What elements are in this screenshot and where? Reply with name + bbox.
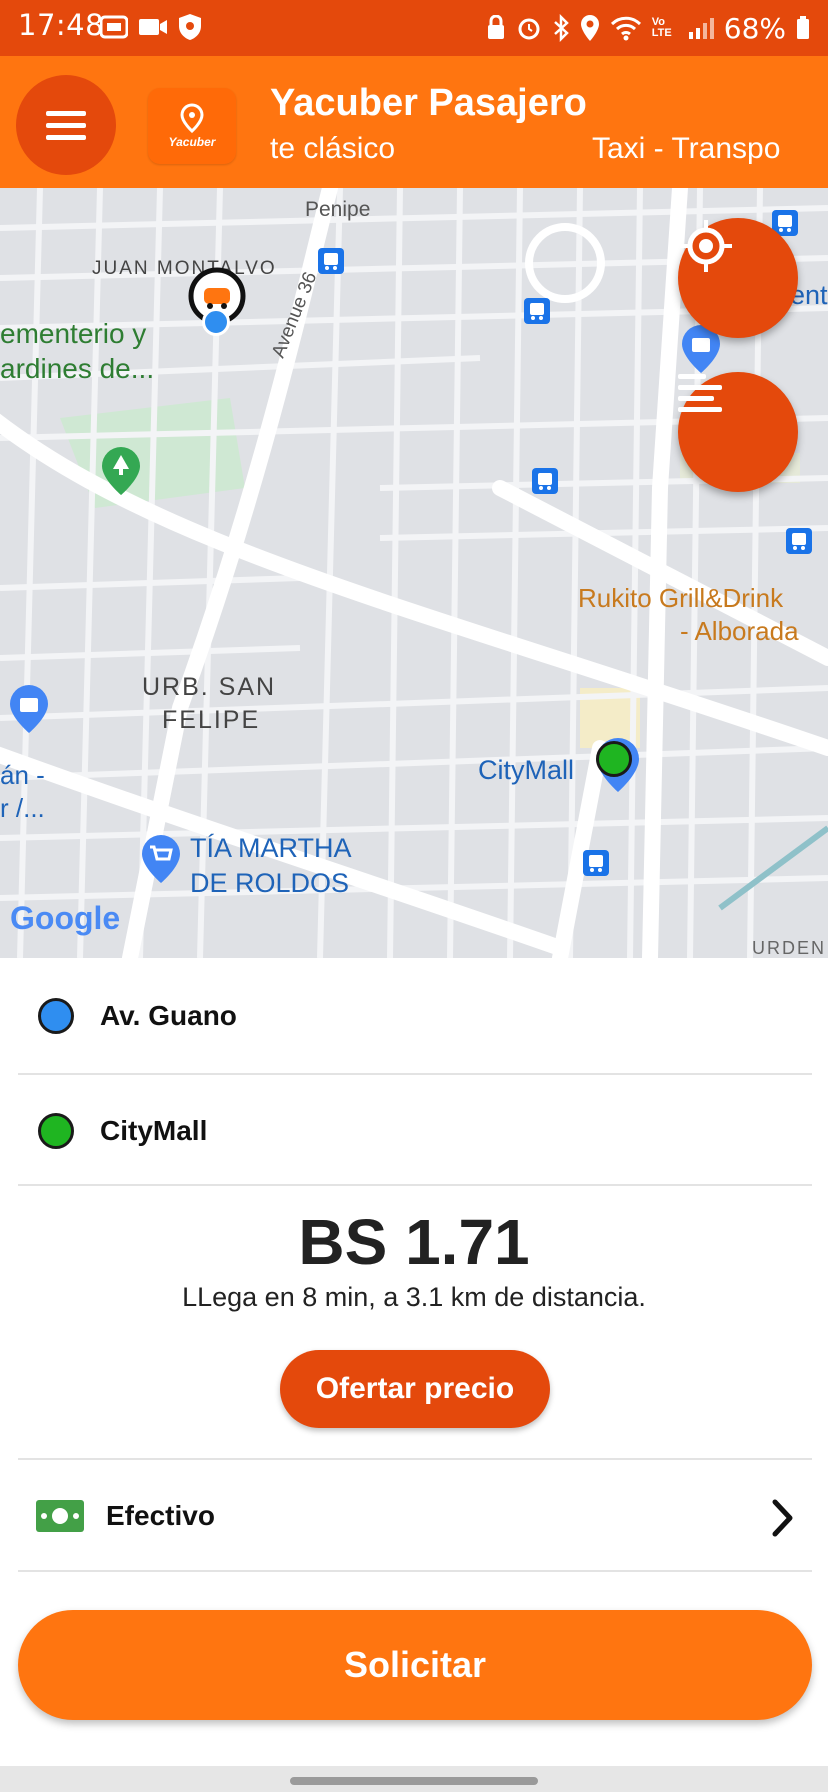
map-label-rukito-line2: - Alborada (680, 616, 799, 646)
google-logo: Google (10, 900, 121, 936)
app-bar: Yacuber Yacuber Pasajero te clásico Taxi… (0, 56, 828, 188)
payment-method-row[interactable]: Efectivo (0, 1460, 828, 1570)
options-list-button[interactable] (678, 372, 798, 492)
origin-row[interactable]: Av. Guano (0, 958, 828, 1074)
offer-price-button[interactable]: Ofertar precio (280, 1350, 550, 1428)
signal-icon (688, 18, 714, 39)
request-ride-button[interactable]: Solicitar (18, 1610, 812, 1720)
marquee-text-right: Taxi - Transpo (592, 132, 781, 165)
destination-address: CityMall (100, 1115, 208, 1146)
shopping-pin-icon[interactable] (8, 683, 50, 735)
map-view[interactable]: Penipe JUAN MONTALVO ementerio y ardines… (0, 188, 828, 958)
video-call-icon (139, 19, 167, 35)
eta-text: LLega en 8 min, a 3.1 km de distancia. (182, 1282, 646, 1312)
wifi-icon (610, 16, 641, 41)
bus-stop-icon[interactable] (532, 468, 558, 494)
map-label-cementerio-line1: ementerio y (0, 318, 147, 349)
alarm-icon (518, 18, 540, 40)
hamburger-menu-icon (46, 111, 86, 140)
map-label-rukito-line1: Rukito Grill&Drink (578, 583, 784, 613)
status-bar: 17:48 Vo LTE 68% (0, 0, 828, 56)
bus-stop-icon[interactable] (583, 850, 609, 876)
chevron-right-icon (772, 1499, 793, 1537)
shield-icon (179, 14, 201, 40)
fare-price: BS 1.71 (298, 1206, 530, 1278)
network-type-label: Vo LTE (651, 16, 672, 39)
destination-dot-icon (38, 1113, 74, 1149)
location-icon (580, 15, 599, 41)
origin-dot-icon (38, 998, 74, 1034)
home-gesture-handle[interactable] (290, 1777, 538, 1785)
map-label-urb-line1: URB. SAN (142, 673, 277, 701)
status-left-icons (100, 12, 202, 42)
logo-wordmark: Yacuber (168, 135, 216, 149)
menu-button[interactable] (16, 75, 116, 175)
battery-percent: 68% (723, 11, 786, 45)
map-label-urden: URDEN (752, 938, 827, 958)
logo-pin-icon (180, 103, 204, 133)
cash-icon (36, 1500, 84, 1532)
map-label-tia-line1: TÍA MARTHA (190, 833, 352, 863)
marquee-text-left: te clásico (270, 132, 396, 165)
destination-map-marker[interactable] (596, 741, 632, 777)
app-logo: Yacuber (148, 88, 236, 164)
destination-row[interactable]: CityMall (0, 1075, 828, 1185)
align-left-list-icon (678, 374, 722, 412)
battery-icon (797, 16, 809, 39)
app-notification-icon (100, 15, 128, 39)
map-label-cementerio-line2: ardines de... (0, 353, 155, 384)
my-location-button[interactable] (678, 218, 798, 338)
map-label-left-line1: án - (0, 760, 45, 790)
marquee-ticker: te clásico Taxi - Transpo (270, 132, 828, 180)
bus-stop-icon[interactable] (318, 248, 344, 274)
divider (18, 1184, 812, 1186)
bus-stop-icon[interactable] (786, 528, 812, 554)
payment-method-label: Efectivo (106, 1500, 215, 1531)
origin-address: Av. Guano (100, 1000, 237, 1031)
status-time: 17:48 (18, 8, 105, 42)
park-pin-icon[interactable] (100, 445, 142, 497)
grocery-pin-icon[interactable] (140, 833, 182, 885)
lock-icon (487, 15, 504, 39)
map-label-tia-line2: DE ROLDOS (190, 868, 350, 898)
map-label-citymall: CityMall (478, 755, 575, 785)
bus-stop-icon[interactable] (524, 298, 550, 324)
bluetooth-icon (553, 14, 569, 42)
status-right-icons: Vo LTE 68% (486, 8, 810, 48)
origin-map-marker[interactable] (202, 308, 230, 336)
map-label-left-line2: r /... (0, 793, 45, 823)
crosshair-icon (680, 220, 732, 272)
map-label-penipe: Penipe (305, 198, 371, 221)
divider (18, 1570, 812, 1572)
app-title: Yacuber Pasajero (270, 82, 587, 124)
map-label-urb-line2: FELIPE (162, 706, 261, 734)
